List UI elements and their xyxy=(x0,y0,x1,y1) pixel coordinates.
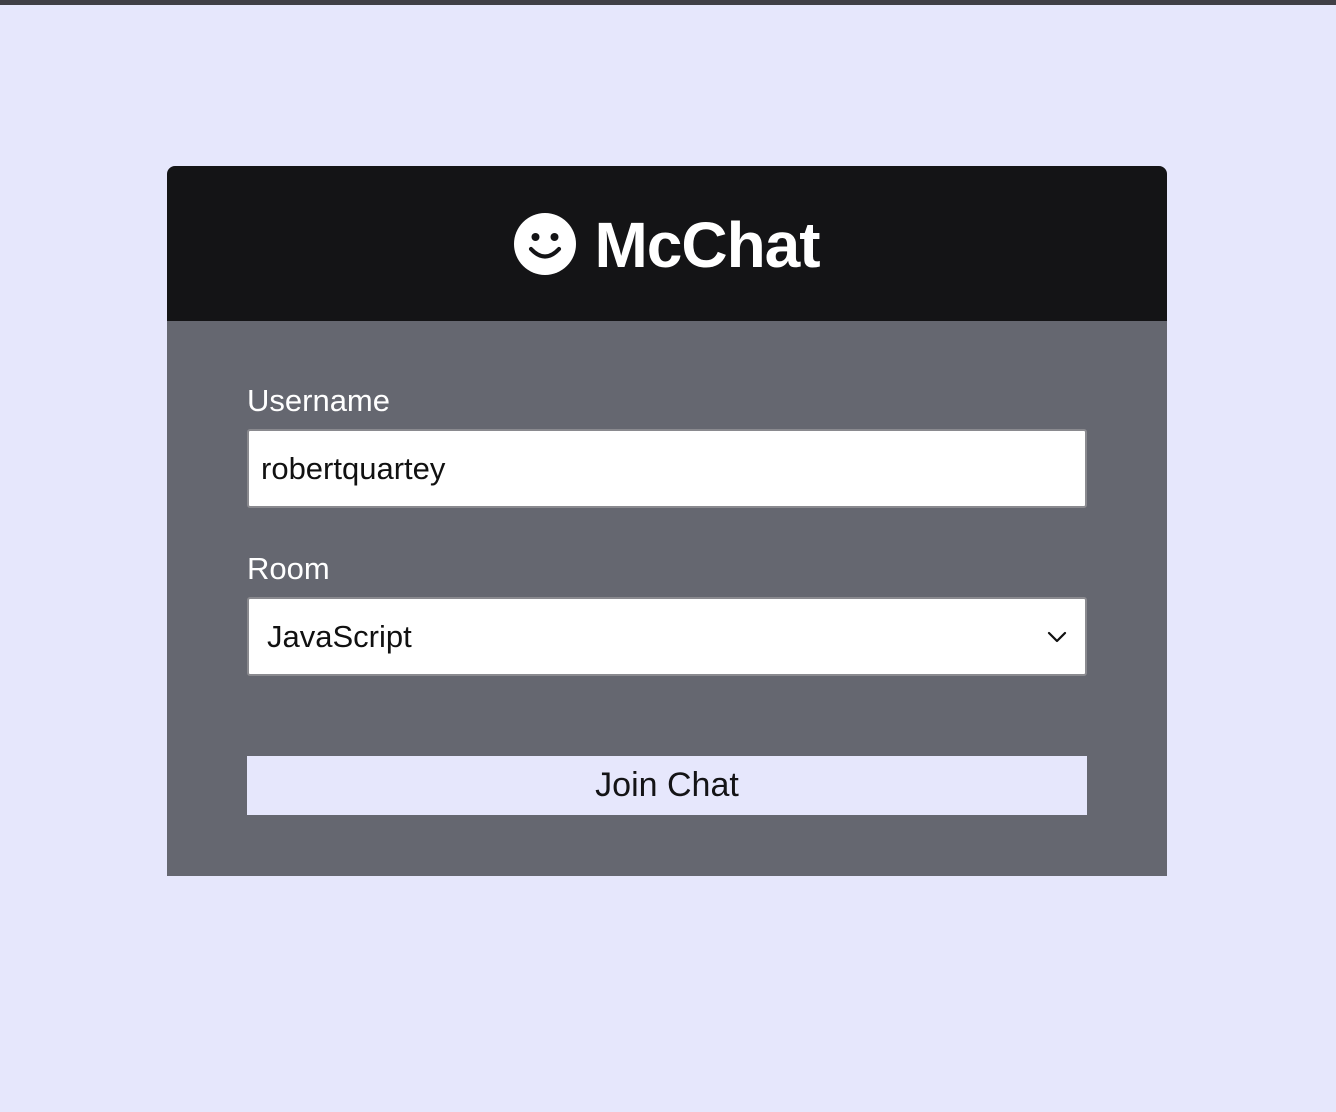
room-select-value: JavaScript xyxy=(267,618,412,654)
join-form: Username Room JavaScript Join Chat xyxy=(167,321,1167,876)
browser-top-strip xyxy=(0,0,1336,5)
join-card: McChat Username Room JavaScript Join Cha… xyxy=(167,166,1167,876)
join-header: McChat xyxy=(167,166,1167,321)
chevron-down-icon xyxy=(1047,631,1067,642)
smile-icon xyxy=(514,212,577,275)
join-chat-button[interactable]: Join Chat xyxy=(247,756,1087,815)
username-label: Username xyxy=(247,383,390,418)
room-select[interactable]: JavaScript xyxy=(247,597,1087,676)
username-input[interactable] xyxy=(247,429,1087,508)
app-title: McChat xyxy=(594,208,820,281)
room-label: Room xyxy=(247,551,330,586)
